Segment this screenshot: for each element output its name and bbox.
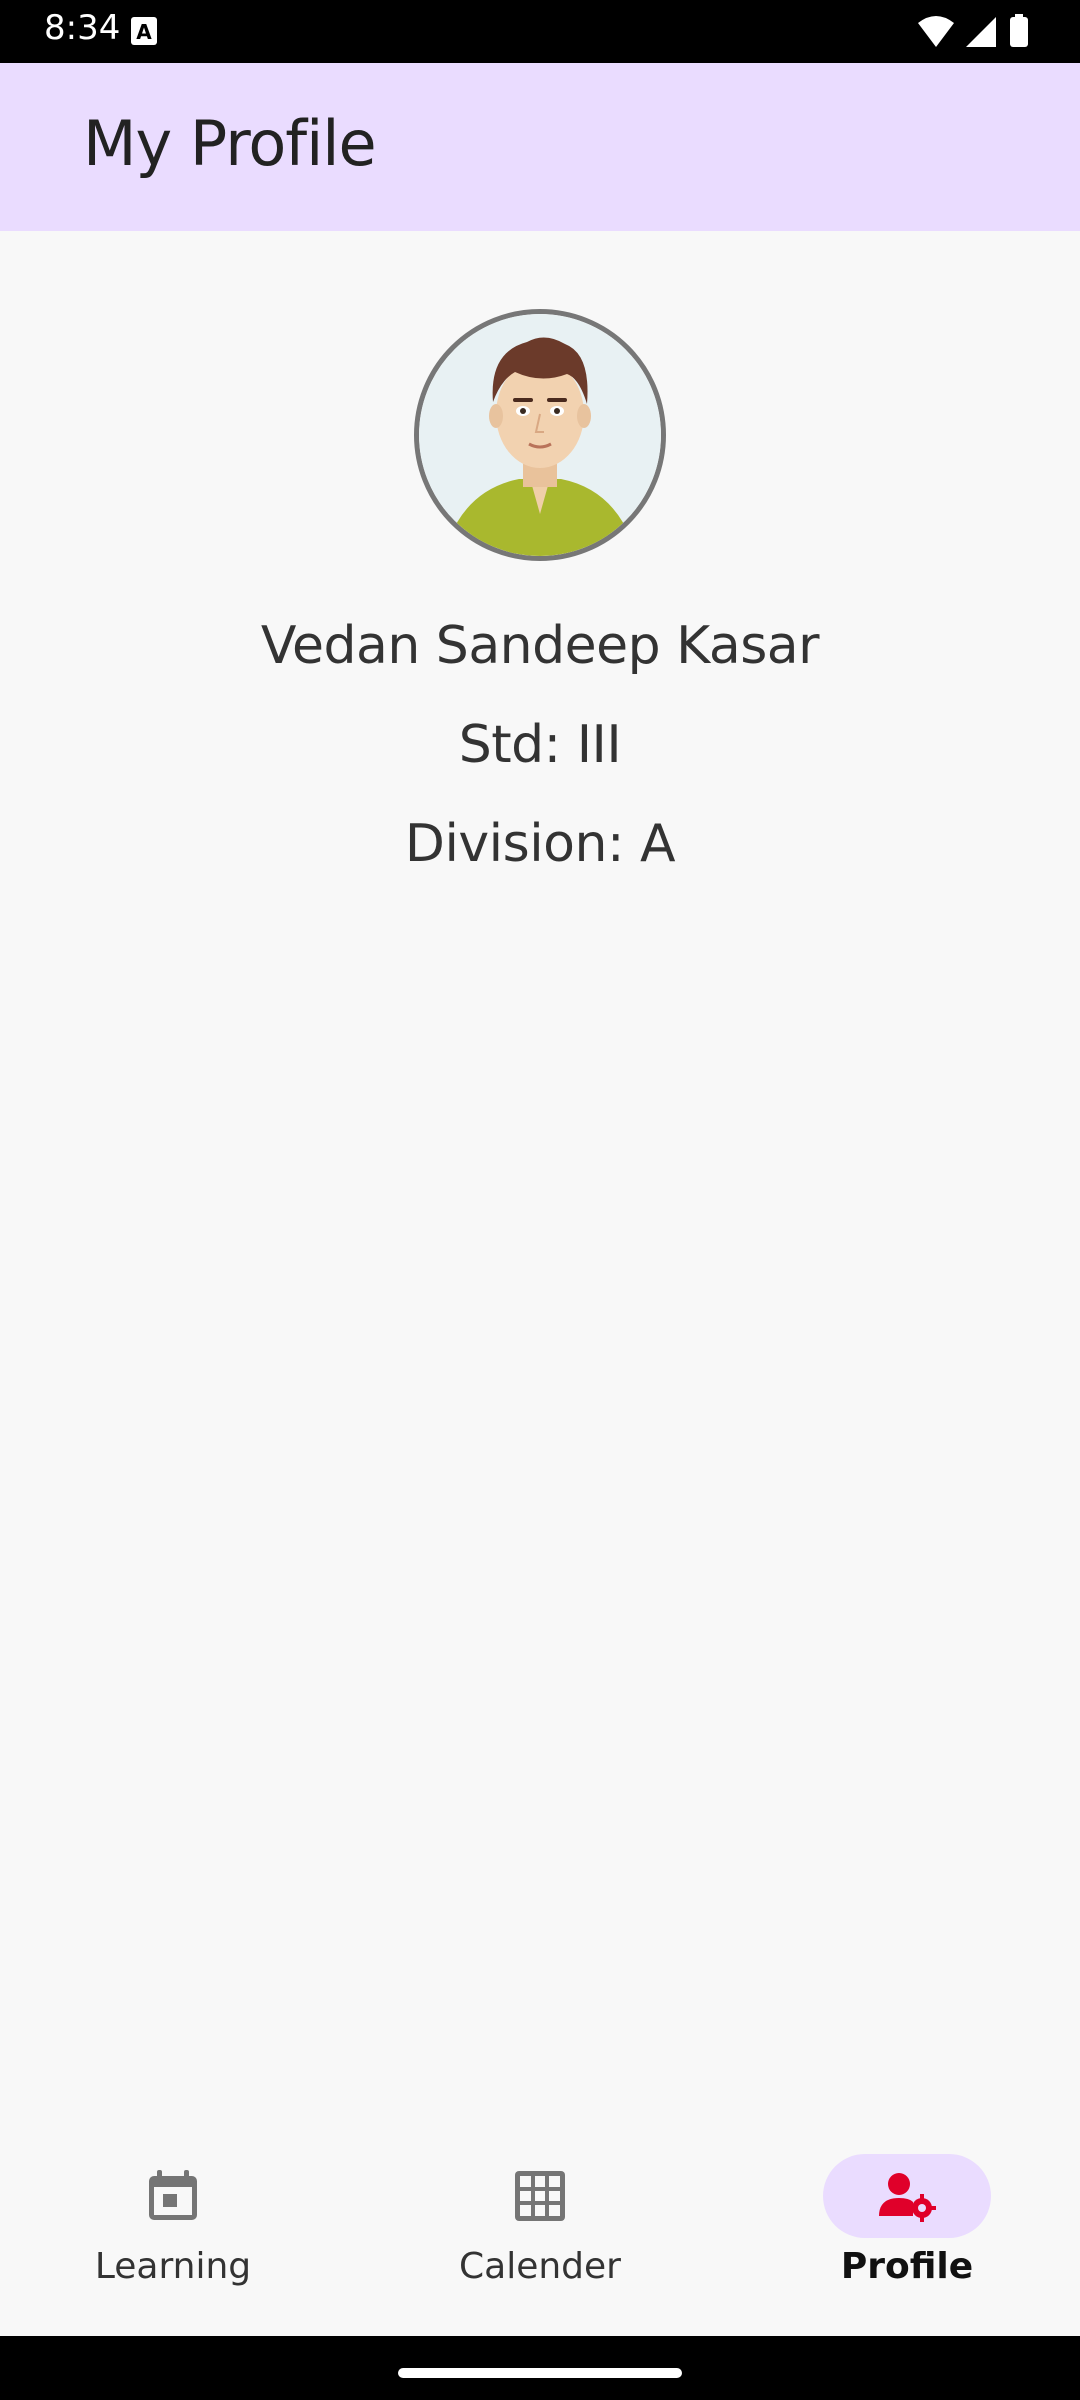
nav-label-learning: Learning bbox=[94, 2246, 252, 2287]
avatar bbox=[414, 309, 666, 561]
nav-item-calender[interactable]: Calender bbox=[390, 2120, 690, 2336]
battery-icon bbox=[1010, 14, 1028, 47]
nav-label-profile: Profile bbox=[840, 2246, 974, 2287]
bottom-navigation: Learning Calender Profile bbox=[0, 2120, 1080, 2336]
student-division: Division: A bbox=[404, 814, 676, 874]
svg-text:A: A bbox=[136, 20, 152, 44]
gesture-navigation-bar bbox=[0, 2336, 1080, 2400]
page-title: My Profile bbox=[83, 107, 377, 180]
status-time: 8:34 bbox=[44, 8, 121, 48]
student-name: Vedan Sandeep Kasar bbox=[260, 616, 820, 676]
notification-a-icon: A bbox=[131, 17, 157, 45]
nav-item-profile[interactable]: Profile bbox=[757, 2120, 1057, 2336]
calendar-event-icon bbox=[143, 2166, 203, 2226]
person-gear-icon bbox=[877, 2166, 937, 2226]
grid-icon bbox=[510, 2166, 570, 2226]
student-std: Std: III bbox=[458, 715, 622, 775]
nav-label-calender: Calender bbox=[459, 2246, 621, 2287]
status-icons bbox=[916, 13, 1036, 51]
signal-icon bbox=[966, 17, 996, 47]
wifi-icon bbox=[918, 16, 954, 47]
nav-item-learning[interactable]: Learning bbox=[23, 2120, 323, 2336]
home-gesture-handle[interactable] bbox=[398, 2368, 682, 2378]
app-bar: My Profile bbox=[0, 63, 1080, 231]
status-bar: 8:34 A bbox=[0, 0, 1080, 63]
